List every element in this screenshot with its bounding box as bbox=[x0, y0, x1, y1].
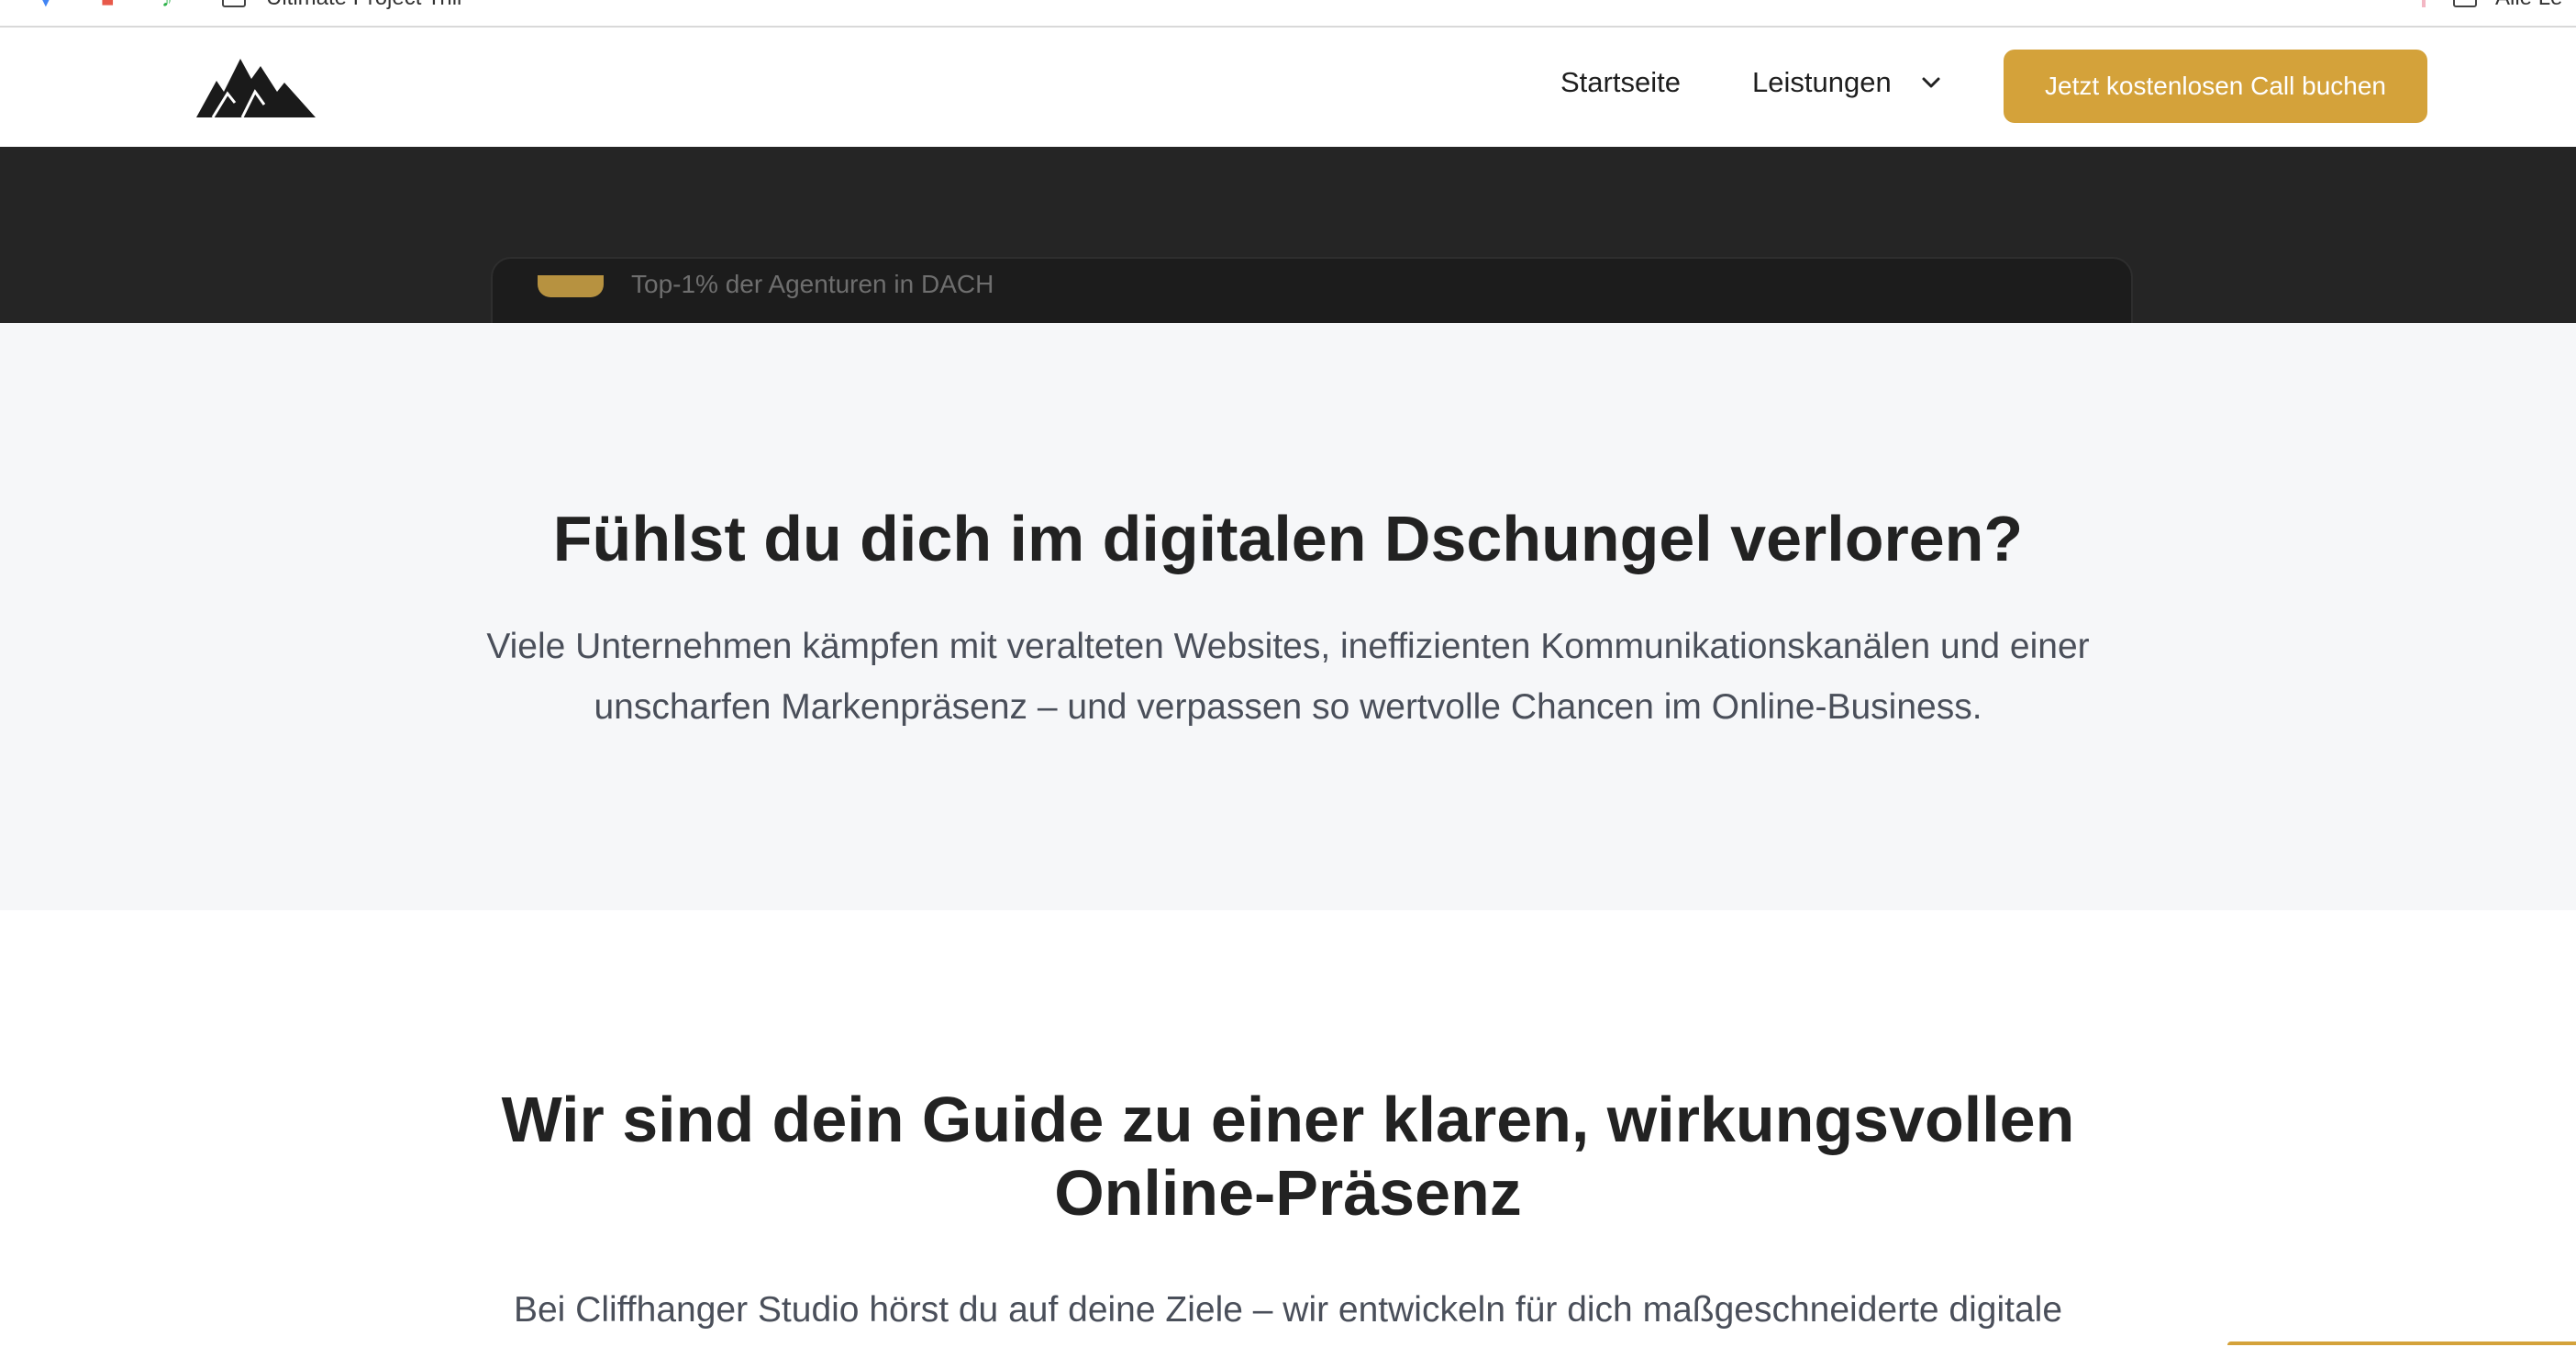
guide-description: Bei Cliffhanger Studio hörst du auf dein… bbox=[513, 1290, 2063, 1330]
mountain-logo-icon[interactable] bbox=[196, 55, 316, 117]
bookmark-separator bbox=[2422, 0, 2426, 7]
chevron-down-icon[interactable] bbox=[1921, 76, 1941, 89]
hero-section-bottom: Top-1% der Agenturen in DACH bbox=[0, 147, 2576, 352]
bookmark-favicon-icon[interactable]: ♪ bbox=[161, 0, 172, 13]
browser-bookmarks-bar: ▼ ■ ♪ Ultimate Project Trill Alle Le bbox=[0, 0, 2576, 28]
problem-description: Viele Unternehmen kämpfen mit veralteten… bbox=[462, 617, 2114, 738]
nav-link-startseite[interactable]: Startseite bbox=[1560, 66, 1681, 99]
site-navbar: Startseite Leistungen Jetzt kostenlosen … bbox=[0, 28, 2576, 147]
problem-description-line: Viele Unternehmen kämpfen mit veralteten… bbox=[486, 627, 2090, 666]
book-call-button[interactable]: Jetzt kostenlosen Call buchen bbox=[2004, 50, 2427, 123]
problem-heading: Fühlst du dich im digitalen Dschungel ve… bbox=[552, 503, 2024, 574]
problem-section: Fühlst du dich im digitalen Dschungel ve… bbox=[0, 323, 2576, 910]
problem-description-line: unscharfen Markenpräsenz – und verpassen… bbox=[594, 687, 1982, 727]
hero-stat-badge bbox=[538, 275, 604, 297]
guide-heading-line: Online-Präsenz bbox=[1054, 1157, 1522, 1229]
guide-heading: Wir sind dein Guide zu einer klaren, wir… bbox=[0, 1083, 2576, 1230]
guide-heading-line: Wir sind dein Guide zu einer klaren, wir… bbox=[501, 1084, 2075, 1155]
bookmark-all-label[interactable]: Alle Le bbox=[2495, 0, 2562, 11]
folder-icon bbox=[2453, 0, 2477, 7]
bookmark-favicon-icon[interactable]: ■ bbox=[101, 0, 115, 13]
bookmark-favicon-icon[interactable]: ▼ bbox=[35, 0, 57, 13]
nav-link-leistungen[interactable]: Leistungen bbox=[1752, 66, 1892, 99]
folder-icon bbox=[222, 0, 246, 7]
hero-stat-text: Top-1% der Agenturen in DACH bbox=[631, 270, 994, 298]
bookmark-folder-label[interactable]: Ultimate Project Trill bbox=[266, 0, 461, 11]
floating-widget-edge[interactable] bbox=[2227, 1341, 2576, 1345]
